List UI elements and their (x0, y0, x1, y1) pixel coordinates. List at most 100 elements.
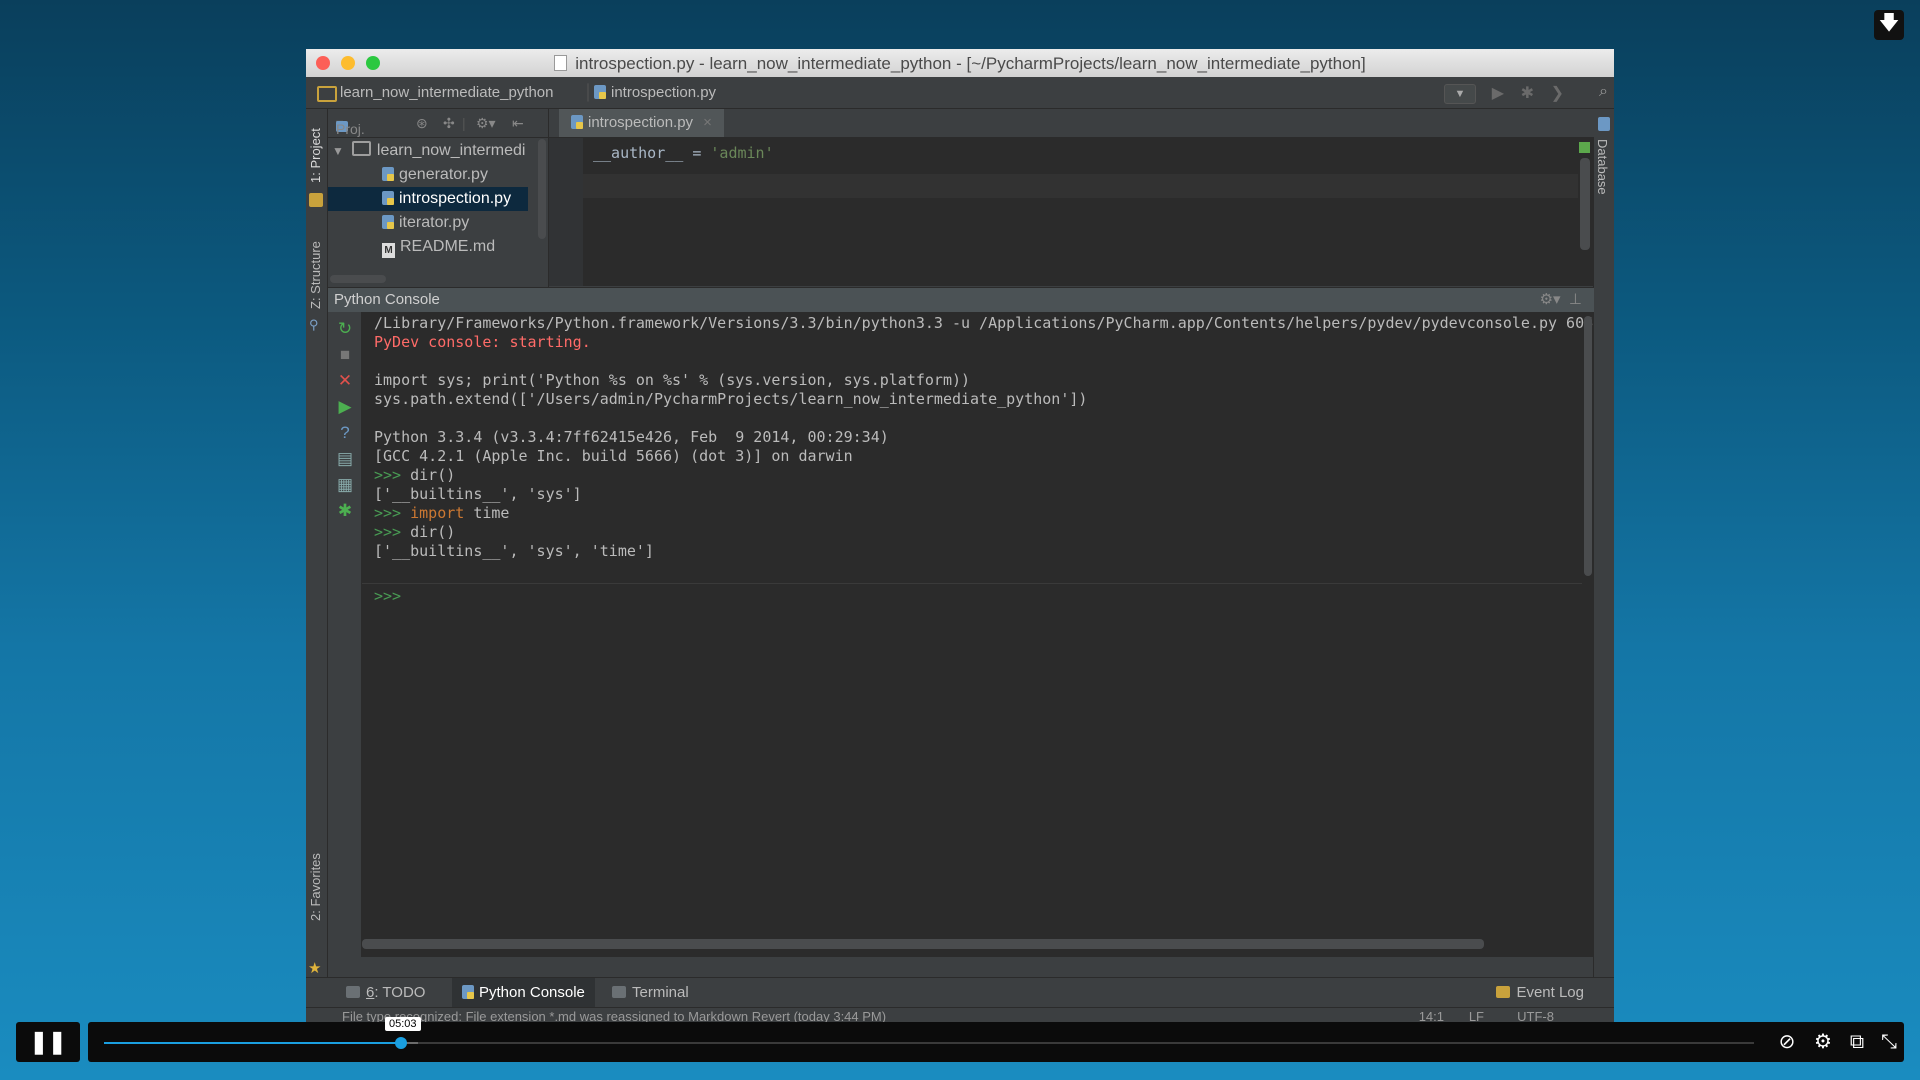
status-bar: File type recognized: File extension *.m… (306, 1007, 1614, 1023)
console-input-line[interactable]: >>> (374, 587, 401, 605)
run-icon[interactable]: ▶ (1492, 83, 1504, 103)
console-line: >>> dir() (374, 523, 456, 541)
code-editor[interactable]: __author__ = 'admin' (549, 138, 1594, 286)
console-line: ['__builtins__', 'sys', 'time'] (374, 542, 654, 560)
todo-icon (346, 986, 360, 998)
breadcrumb-file: introspection.py (611, 84, 717, 101)
tree-file-introspection[interactable]: introspection.py (328, 187, 528, 211)
exit-fullscreen-icon[interactable]: ⤡ (1876, 1030, 1902, 1054)
settings-gear-icon[interactable]: ⚙ (1810, 1030, 1836, 1054)
console-line: >>> import time (374, 504, 510, 522)
expand-arrow-icon: ▼ (332, 144, 344, 158)
console-settings-icon[interactable]: ⚙▾ (1540, 291, 1561, 308)
right-tool-strip: Database (1593, 109, 1614, 979)
database-icon (1598, 117, 1610, 131)
folder-icon (317, 86, 337, 102)
console-title: Python Console (334, 291, 440, 308)
file-encoding[interactable]: UTF-8 (1517, 1009, 1554, 1023)
console-toolbar: ↻ ■ ✕ ▶ ? ▤ ▦ ✱ (328, 312, 362, 957)
sync-icon[interactable]: ⊛ (416, 115, 428, 132)
line-separator[interactable]: LF (1469, 1009, 1484, 1023)
inspection-ok-icon (1579, 142, 1590, 153)
console-line: PyDev console: starting. (374, 333, 591, 351)
debug-icon[interactable]: ✱ (1521, 83, 1534, 103)
search-icon[interactable]: ⌕ (1599, 83, 1608, 101)
project-icon (309, 193, 323, 207)
gear-icon[interactable]: ⚙▾ (476, 115, 496, 132)
tool-window-bar: 6: TODO Python Console Terminal Event Lo… (306, 977, 1614, 1008)
download-button[interactable]: 🡇 (1874, 10, 1904, 40)
history-icon[interactable]: ▦ (336, 476, 354, 494)
caret-position[interactable]: 14:1 (1419, 1009, 1444, 1023)
terminal-icon (612, 986, 626, 998)
tab-project[interactable]: 1: Project (308, 128, 323, 183)
tab-terminal[interactable]: Terminal (602, 978, 699, 1008)
tab-introspection[interactable]: introspection.py × (559, 109, 724, 137)
tab-favorites[interactable]: 2: Favorites (308, 853, 323, 921)
breadcrumb-file-wrap[interactable]: introspection.py (594, 84, 716, 101)
control-bar: 05:03 ⊘ ⚙ ⧉ ⤡ (88, 1017, 1904, 1062)
markdown-file-icon: M (382, 243, 395, 258)
chevron-down-icon: ▼ (1454, 88, 1466, 100)
console-input-separator (362, 583, 1582, 584)
tab-event-log[interactable]: Event Log (1486, 978, 1594, 1008)
editor-scrollbar[interactable] (1580, 158, 1590, 250)
captions-off-icon[interactable]: ⊘ (1774, 1030, 1800, 1054)
tab-database[interactable]: Database (1595, 139, 1610, 195)
stop-icon[interactable]: ■ (336, 346, 354, 364)
current-line-highlight (583, 174, 1578, 198)
python-console[interactable]: /Library/Frameworks/Python.framework/Ver… (362, 312, 1594, 957)
console-line: [GCC 4.2.1 (Apple Inc. build 5666) (dot … (374, 447, 853, 465)
close-tab-icon[interactable]: × (703, 114, 712, 131)
console-hscrollbar[interactable] (362, 939, 1484, 949)
event-log-icon (1496, 986, 1511, 998)
title-bar: introspection.py - learn_now_intermediat… (306, 49, 1614, 78)
hide-panel-icon[interactable]: ⇤ (512, 115, 524, 132)
project-vscrollbar[interactable] (538, 139, 546, 239)
console-line: ['__builtins__', 'sys'] (374, 485, 582, 503)
navigation-bar: learn_now_intermediate_python │ introspe… (306, 77, 1614, 109)
coverage-icon[interactable]: ❯ (1551, 83, 1564, 103)
python-icon (462, 985, 474, 999)
help-icon[interactable]: ? (336, 424, 354, 442)
hide-console-icon[interactable]: ⊥ (1569, 291, 1582, 308)
python-file-icon (382, 191, 394, 205)
console-line: sys.path.extend(['/Users/admin/PycharmPr… (374, 390, 1088, 408)
breadcrumb-project[interactable]: learn_now_intermediate_python (340, 84, 553, 101)
close-console-icon[interactable]: ✕ (336, 372, 354, 390)
tree-file-readme[interactable]: M README.md (328, 235, 582, 259)
run-config-dropdown[interactable]: ▼ (1444, 84, 1476, 104)
pycharm-window: introspection.py - learn_now_intermediat… (306, 49, 1614, 1023)
project-view-selector[interactable]: Proj. ▾ (336, 115, 365, 137)
progress-handle[interactable] (395, 1037, 407, 1049)
tab-structure[interactable]: Z: Structure (308, 241, 323, 309)
breadcrumb-separator: │ (584, 84, 594, 101)
download-icon: 🡇 (1878, 12, 1900, 34)
editor-gutter (549, 138, 583, 286)
picture-in-picture-icon[interactable]: ⧉ (1844, 1030, 1870, 1054)
star-icon: ★ (308, 960, 322, 977)
tab-python-console[interactable]: Python Console (452, 978, 595, 1008)
execute-icon[interactable]: ▶ (336, 398, 354, 416)
console-line: Python 3.3.4 (v3.3.4:7ff62415e426, Feb 9… (374, 428, 889, 446)
toolbar-divider: | (462, 115, 466, 131)
pause-button[interactable]: ❚❚ (16, 1022, 80, 1062)
console-line: /Library/Frameworks/Python.framework/Ver… (374, 314, 1594, 332)
collapse-icon[interactable]: ✣ (443, 115, 455, 132)
console-line: import sys; print('Python %s on %s' % (s… (374, 371, 971, 389)
document-icon (554, 55, 568, 71)
rerun-icon[interactable]: ↻ (336, 320, 354, 338)
variables-icon[interactable]: ▤ (336, 450, 354, 468)
console-vscrollbar[interactable] (1584, 316, 1592, 576)
tab-todo[interactable]: 6: TODO (336, 978, 435, 1008)
window-title: introspection.py - learn_now_intermediat… (575, 54, 1366, 73)
played-bar (104, 1042, 401, 1044)
debug-console-icon[interactable]: ✱ (336, 502, 354, 520)
code-line-1: __author__ = 'admin' (593, 144, 774, 162)
python-file-icon (571, 115, 583, 129)
status-message: File type recognized: File extension *.m… (342, 1009, 887, 1023)
structure-icon: ⚲ (309, 317, 319, 332)
tree-root-folder[interactable]: ▼ learn_now_intermedi (332, 139, 532, 163)
project-hscrollbar[interactable] (330, 275, 386, 283)
progress-track[interactable]: 05:03 (104, 1017, 1754, 1049)
